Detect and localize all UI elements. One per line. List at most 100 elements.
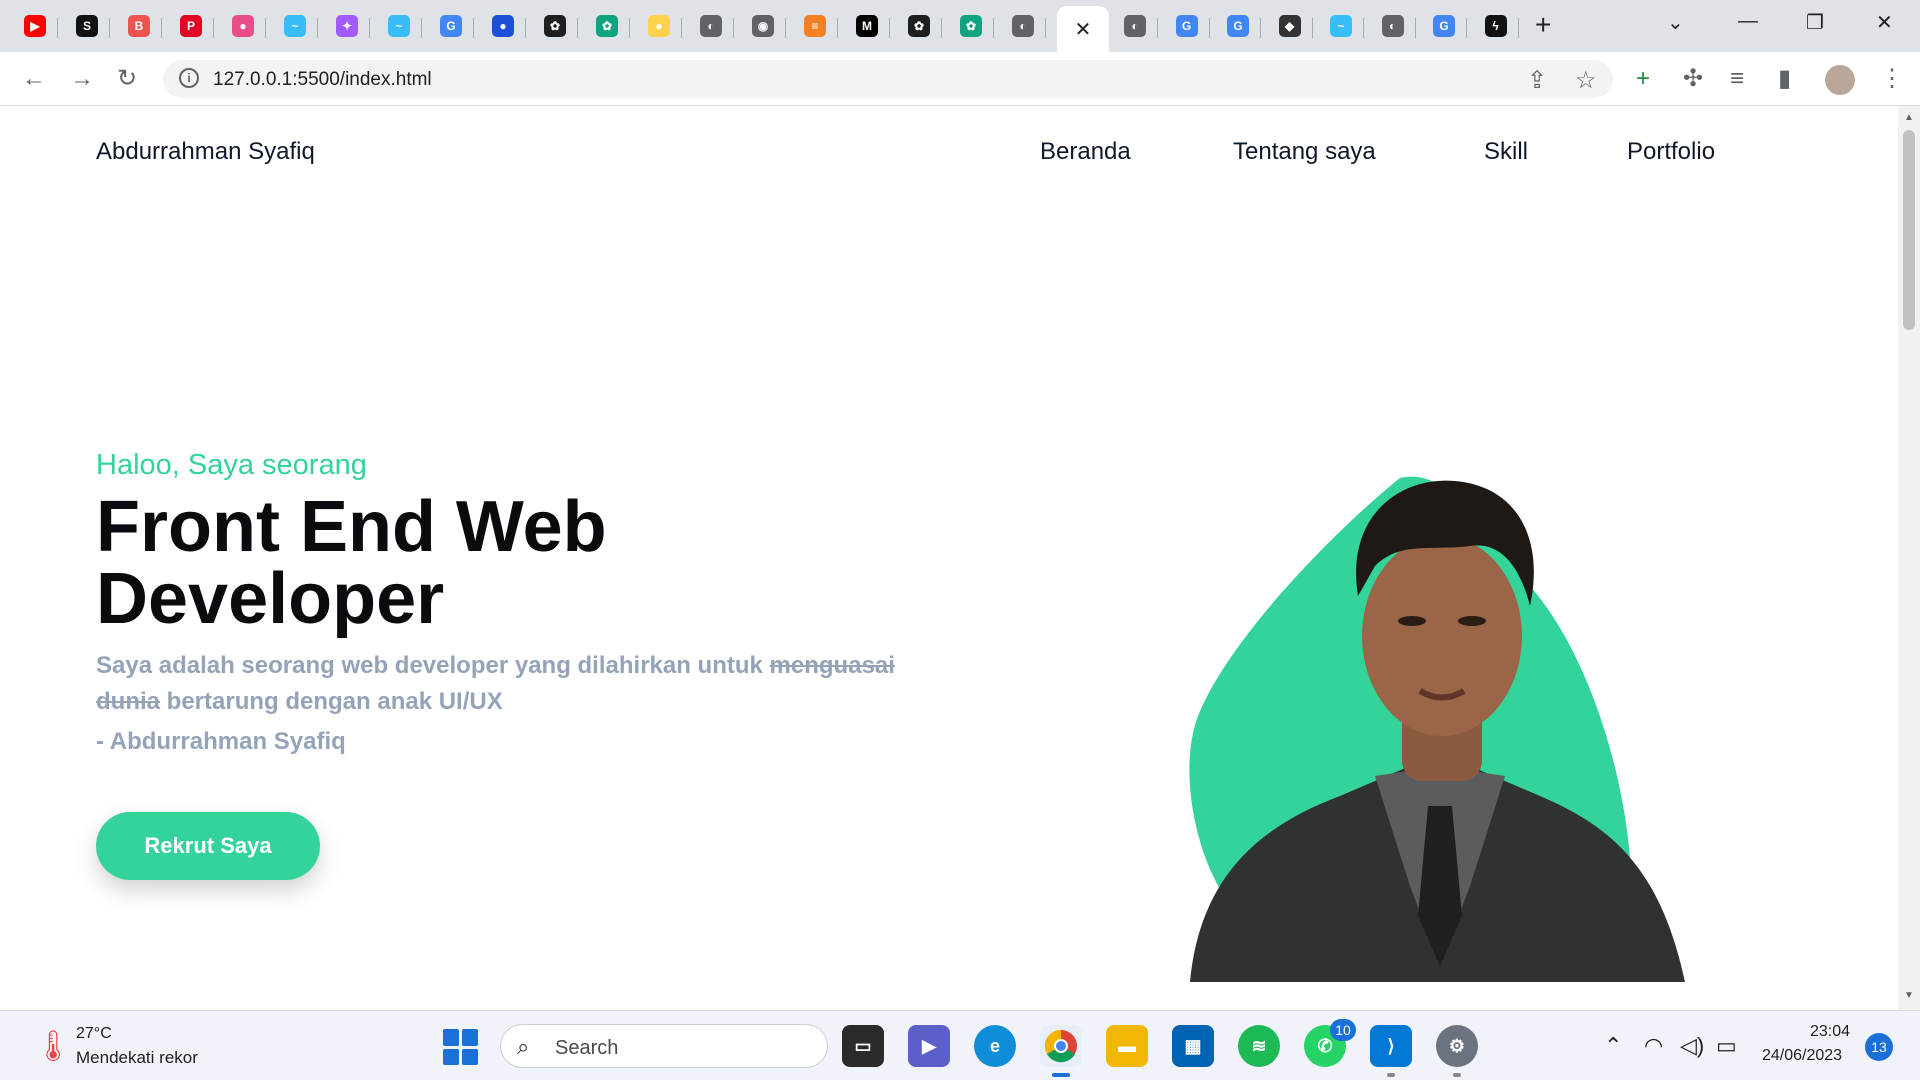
wifi-icon[interactable]: ◠ — [1644, 1033, 1663, 1059]
browser-tab[interactable]: ✦ — [324, 6, 370, 46]
back-icon[interactable]: ← — [22, 66, 46, 92]
browser-tab[interactable]: ~ — [1318, 6, 1364, 46]
address-bar[interactable]: i 127.0.0.1:5500/index.html ⇪ ☆ — [163, 60, 1613, 98]
chrome-taskbar-icon[interactable] — [1040, 1025, 1082, 1077]
minimize-button[interactable]: — — [1738, 10, 1758, 33]
browser-tab[interactable]: ▶ — [12, 6, 58, 46]
browser-tab[interactable]: ◆ — [1267, 6, 1313, 46]
browser-tab[interactable]: M — [844, 6, 890, 46]
forward-icon[interactable]: → — [70, 66, 94, 92]
tab-separator — [1414, 18, 1416, 38]
clock-date[interactable]: 24/06/2023 — [1762, 1047, 1842, 1065]
whatsapp-icon[interactable]: ✆ 10 — [1304, 1019, 1356, 1067]
active-tab[interactable]: ✕ — [1057, 6, 1109, 52]
browser-tab[interactable]: ● — [220, 6, 266, 46]
restore-button[interactable]: ❐ — [1806, 10, 1824, 35]
taskbar-search[interactable]: ⌕ Search — [500, 1024, 828, 1068]
browser-tab[interactable]: G — [428, 6, 474, 46]
browser-tab[interactable]: ✿ — [532, 6, 578, 46]
new-tab-button[interactable]: + — [1535, 11, 1551, 39]
google-icon: G — [1433, 15, 1455, 37]
browser-tab[interactable]: P — [168, 6, 214, 46]
share-icon[interactable]: ⇪ — [1527, 66, 1547, 95]
browser-tab[interactable]: ◉ — [740, 6, 786, 46]
tab-separator — [837, 18, 838, 38]
nav-link-portfolio[interactable]: Portfolio — [1627, 138, 1715, 166]
profile-avatar[interactable] — [1825, 65, 1855, 95]
menu-icon[interactable]: ⋮ — [1880, 66, 1904, 92]
browser-tab[interactable]: ~ — [272, 6, 318, 46]
notification-badge[interactable]: 13 — [1865, 1033, 1893, 1061]
clock-time[interactable]: 23:04 — [1810, 1023, 1850, 1041]
vscode-icon[interactable]: ⟩ — [1370, 1025, 1412, 1077]
site-brand[interactable]: Abdurrahman Syafiq — [96, 138, 315, 166]
tab-separator — [1157, 18, 1158, 38]
task-view-icon[interactable]: ▭ — [842, 1025, 884, 1067]
settings-gear-icon[interactable]: ⚙ — [1436, 1025, 1478, 1077]
spotify-icon[interactable]: ≋ — [1238, 1025, 1280, 1067]
weather-description[interactable]: Mendekati rekor — [76, 1048, 198, 1068]
weather-temperature[interactable]: 27°C — [76, 1025, 112, 1043]
browser-tab[interactable]: ✿ — [896, 6, 942, 46]
close-tab-icon[interactable]: ✕ — [1075, 17, 1092, 42]
browser-tab[interactable]: ϟ — [1473, 6, 1519, 46]
scroll-down-icon[interactable]: ▼ — [1904, 990, 1914, 1001]
microsoft-store-icon[interactable]: ▦ — [1172, 1025, 1214, 1067]
browser-tab[interactable]: ✿ — [584, 6, 630, 46]
tab-separator — [1517, 18, 1519, 38]
browser-tab[interactable]: G — [1215, 6, 1261, 46]
browser-tab[interactable]: G — [1164, 6, 1210, 46]
tab-separator — [421, 18, 422, 38]
desc-text-before: Saya adalah seorang web developer yang d… — [96, 652, 770, 679]
reload-icon[interactable]: ↻ — [117, 66, 137, 92]
tab-separator — [1045, 18, 1046, 38]
hire-me-button[interactable]: Rekrut Saya — [96, 812, 320, 880]
media-control-icon[interactable]: ≡ — [1730, 66, 1744, 92]
browser-tab[interactable]: ◐ — [1112, 6, 1158, 46]
extension-plus-icon[interactable]: + — [1636, 66, 1650, 92]
scrollbar-thumb[interactable] — [1903, 130, 1915, 330]
close-window-button[interactable]: ✕ — [1876, 10, 1893, 35]
browser-tab[interactable]: ◐ — [688, 6, 734, 46]
nav-link-beranda[interactable]: Beranda — [1040, 138, 1131, 166]
browser-tab[interactable]: ✿ — [948, 6, 994, 46]
browser-tab[interactable]: ● — [636, 6, 682, 46]
thermometer-icon[interactable]: 🌡 — [34, 1029, 72, 1064]
scroll-up-icon[interactable]: ▲ — [1904, 112, 1914, 123]
chevron-up-icon[interactable]: ⌃ — [1604, 1033, 1622, 1059]
active-indicator — [1052, 1073, 1070, 1077]
bolt-icon: ϟ — [1484, 15, 1507, 37]
tab-separator — [941, 18, 942, 38]
edge-icon[interactable]: e — [974, 1025, 1016, 1067]
url-text[interactable]: 127.0.0.1:5500/index.html — [213, 69, 432, 91]
windows-logo-tile — [462, 1048, 478, 1065]
figma-icon: ✦ — [336, 15, 358, 37]
teams-icon[interactable]: ▶ — [908, 1025, 950, 1067]
browser-tab[interactable]: G — [1421, 6, 1467, 46]
browser-tab[interactable]: ◐ — [1000, 6, 1046, 46]
browser-tab[interactable]: ≡ — [792, 6, 838, 46]
nav-link-tentang-saya[interactable]: Tentang saya — [1233, 138, 1376, 166]
youtube-icon: ▶ — [24, 15, 46, 37]
site-info-icon[interactable]: i — [179, 68, 199, 88]
start-button[interactable] — [443, 1029, 479, 1065]
globe-icon: ◐ — [1012, 15, 1034, 37]
browser-tab[interactable]: B — [116, 6, 162, 46]
tab-separator — [317, 18, 318, 38]
tab-separator — [1466, 18, 1467, 38]
nav-link-skill[interactable]: Skill — [1484, 138, 1528, 166]
volume-icon[interactable]: ◁) — [1680, 1033, 1704, 1059]
browser-tab[interactable]: ● — [480, 6, 526, 46]
tab-separator — [213, 18, 214, 38]
battery-icon[interactable]: ▭ — [1716, 1033, 1737, 1059]
dribbble-icon: ● — [232, 15, 254, 37]
tab-search-icon[interactable]: ⌄ — [1667, 10, 1684, 35]
browser-tab[interactable]: ◐ — [1370, 6, 1416, 46]
extensions-icon[interactable]: ✣ — [1683, 66, 1703, 92]
browser-tab[interactable]: ~ — [376, 6, 422, 46]
browser-tab[interactable]: S — [64, 6, 110, 46]
bookmark-star-icon[interactable]: ☆ — [1575, 66, 1597, 95]
page-scrollbar[interactable]: ▲ ▼ — [1898, 106, 1920, 1010]
side-panel-icon[interactable]: ▮ — [1778, 66, 1791, 92]
file-explorer-icon[interactable]: ▬ — [1106, 1025, 1148, 1067]
